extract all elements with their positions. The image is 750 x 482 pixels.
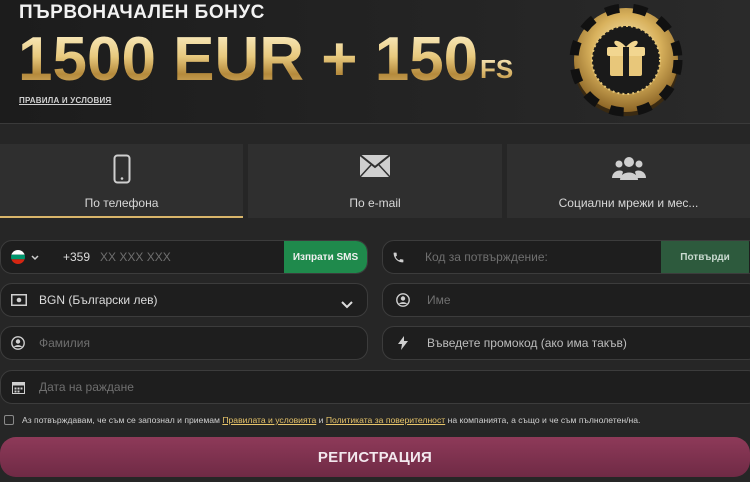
phone-country-code: +359 (63, 250, 91, 264)
tab-label: По телефона (84, 196, 159, 210)
confirmation-code-field[interactable]: Код за потвърждение: Потвърди (382, 240, 750, 274)
currency-select[interactable]: BGN (Български лев) (0, 283, 368, 317)
banknote-icon (1, 294, 37, 306)
confirm-button[interactable]: Потвърди (661, 241, 749, 273)
tab-label: Социални мрежи и мес... (558, 196, 699, 210)
banner-title: ПЪРВОНАЧАЛЕН БОНУС (19, 2, 265, 23)
phone-field[interactable]: +359 XX XXX XXX Изпрати SMS (0, 240, 368, 274)
tab-by-email[interactable]: По e-mail (248, 144, 502, 218)
gift-chip-icon (569, 3, 683, 117)
country-selector[interactable] (1, 248, 53, 266)
currency-value: BGN (Български лев) (39, 293, 158, 307)
bonus-banner: ПЪРВОНАЧАЛЕН БОНУС 1500 EUR + 150 FS ПРА… (0, 0, 750, 124)
promo-code-field[interactable]: Въведете промокод (ако има такъв) (382, 326, 750, 360)
phone-input[interactable]: XX XXX XXX (100, 250, 171, 264)
privacy-policy-link[interactable]: Политиката за поверителност (326, 415, 445, 425)
phone-icon (383, 251, 413, 264)
tab-social-networks[interactable]: Социални мрежи и мес... (507, 144, 750, 218)
terms-link[interactable]: ПРАВИЛА И УСЛОВИЯ (19, 96, 111, 105)
consent-text-end: на компанията, а също и че съм пълнолете… (447, 415, 641, 425)
terms-and-conditions-link[interactable]: Правилата и условията (222, 415, 316, 425)
first-name-input[interactable]: Име (427, 293, 451, 307)
last-name-field[interactable]: Фамилия (0, 326, 368, 360)
consent-text: Аз потвърждавам, че съм се запознал и пр… (22, 415, 220, 425)
consent-and: и (318, 415, 324, 425)
birth-date-field[interactable]: Дата на раждане (0, 370, 750, 404)
bulgaria-flag-icon (11, 250, 25, 264)
tab-label: По e-mail (349, 196, 401, 210)
confirmation-code-input[interactable]: Код за потвърждение: (425, 250, 548, 264)
consent-checkbox[interactable] (4, 415, 14, 425)
consent-row: Аз потвърждавам, че съм се запознал и пр… (4, 415, 640, 425)
tab-by-phone[interactable]: По телефона (0, 144, 243, 218)
first-name-field[interactable]: Име (382, 283, 750, 317)
bonus-fs-suffix: FS (480, 54, 514, 84)
chevron-down-icon (341, 296, 353, 314)
promo-code-input[interactable]: Въведете промокод (ако има такъв) (427, 336, 627, 350)
registration-method-tabs: По телефона По e-mail Социални мрежи и м… (0, 144, 750, 218)
send-sms-button[interactable]: Изпрати SMS (284, 241, 367, 273)
chevron-down-icon (31, 248, 39, 266)
user-icon (1, 336, 35, 350)
last-name-input[interactable]: Фамилия (39, 336, 90, 350)
register-button[interactable]: РЕГИСТРАЦИЯ (0, 437, 750, 477)
smartphone-icon (113, 154, 131, 189)
bonus-amount: 1500 EUR + 150 (18, 25, 479, 94)
lightning-icon (383, 336, 423, 350)
user-icon (383, 293, 423, 307)
calendar-icon (1, 381, 35, 394)
users-icon (611, 154, 646, 187)
envelope-icon (359, 154, 391, 183)
birth-date-input[interactable]: Дата на раждане (39, 380, 134, 394)
